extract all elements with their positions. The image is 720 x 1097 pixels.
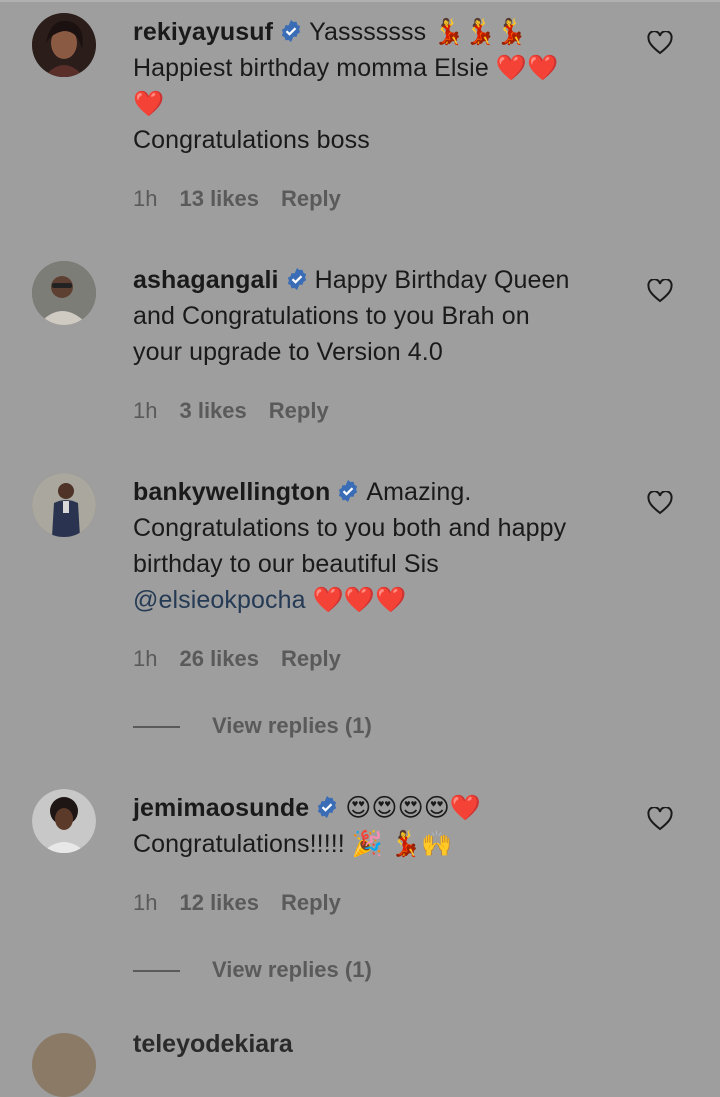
comment-text: Congratulations!!!!! 🎉 💃🙌 [133, 830, 453, 858]
avatar[interactable] [32, 1033, 96, 1097]
comment-text: Congratulations to you both and happy [133, 514, 567, 542]
comment-text: Yasssssss 💃💃💃 [309, 18, 527, 46]
comment-time: 1h [133, 646, 158, 671]
like-button[interactable] [647, 31, 673, 55]
likes-count[interactable]: 13 likes [179, 186, 259, 211]
verified-badge-icon [279, 19, 303, 43]
likes-count[interactable]: 12 likes [179, 890, 259, 915]
avatar[interactable] [32, 261, 96, 325]
reply-button[interactable]: Reply [281, 186, 341, 211]
avatar[interactable] [32, 13, 96, 77]
comment-time: 1h [133, 186, 158, 211]
verified-badge-icon [336, 479, 360, 503]
comment-username[interactable]: bankywellington [133, 478, 330, 506]
view-replies-label[interactable]: View replies (1) [212, 713, 372, 738]
verified-badge-icon [315, 795, 339, 819]
heart-outline-icon [647, 491, 673, 515]
comment-time: 1h [133, 398, 158, 423]
avatar[interactable] [32, 473, 96, 537]
comment-text: Happy Birthday Queen [314, 266, 570, 294]
heart-outline-icon [647, 279, 673, 303]
comment-text: Happiest birthday momma Elsie ❤️❤️ [133, 54, 559, 82]
avatar[interactable] [32, 789, 96, 853]
comment-text: Congratulations boss [133, 126, 370, 154]
heart-outline-icon [647, 31, 673, 55]
mention-link[interactable]: @elsieokpocha [133, 586, 306, 614]
replies-divider [133, 970, 180, 973]
comment-username[interactable]: jemimaosunde [133, 794, 309, 822]
comment-text: and Congratulations to you Brah on [133, 302, 530, 330]
comment-username[interactable]: ashagangali [133, 266, 279, 294]
comment-text: birthday to our beautiful Sis [133, 550, 439, 578]
likes-count[interactable]: 3 likes [179, 398, 246, 423]
like-button[interactable] [647, 807, 673, 831]
top-divider [0, 0, 720, 2]
reply-button[interactable]: Reply [269, 398, 329, 423]
comment-text: 😍😍😍😍❤️ [345, 794, 482, 822]
view-replies-button[interactable]: View replies (1) [133, 957, 372, 983]
verified-badge-icon [285, 267, 309, 291]
comment-text: ❤️❤️❤️ [312, 586, 407, 614]
heart-outline-icon [647, 807, 673, 831]
comment-username[interactable]: rekiyayusuf [133, 18, 273, 46]
comment-text: Amazing. [366, 478, 472, 506]
like-button[interactable] [647, 491, 673, 515]
comment-text: ❤️ [133, 90, 165, 118]
comment-time: 1h [133, 890, 158, 915]
like-button[interactable] [647, 279, 673, 303]
reply-button[interactable]: Reply [281, 646, 341, 671]
view-replies-label[interactable]: View replies (1) [212, 957, 372, 982]
view-replies-button[interactable]: View replies (1) [133, 713, 372, 739]
replies-divider [133, 726, 180, 729]
comment-text: your upgrade to Version 4.0 [133, 338, 443, 366]
reply-button[interactable]: Reply [281, 890, 341, 915]
likes-count[interactable]: 26 likes [179, 646, 259, 671]
